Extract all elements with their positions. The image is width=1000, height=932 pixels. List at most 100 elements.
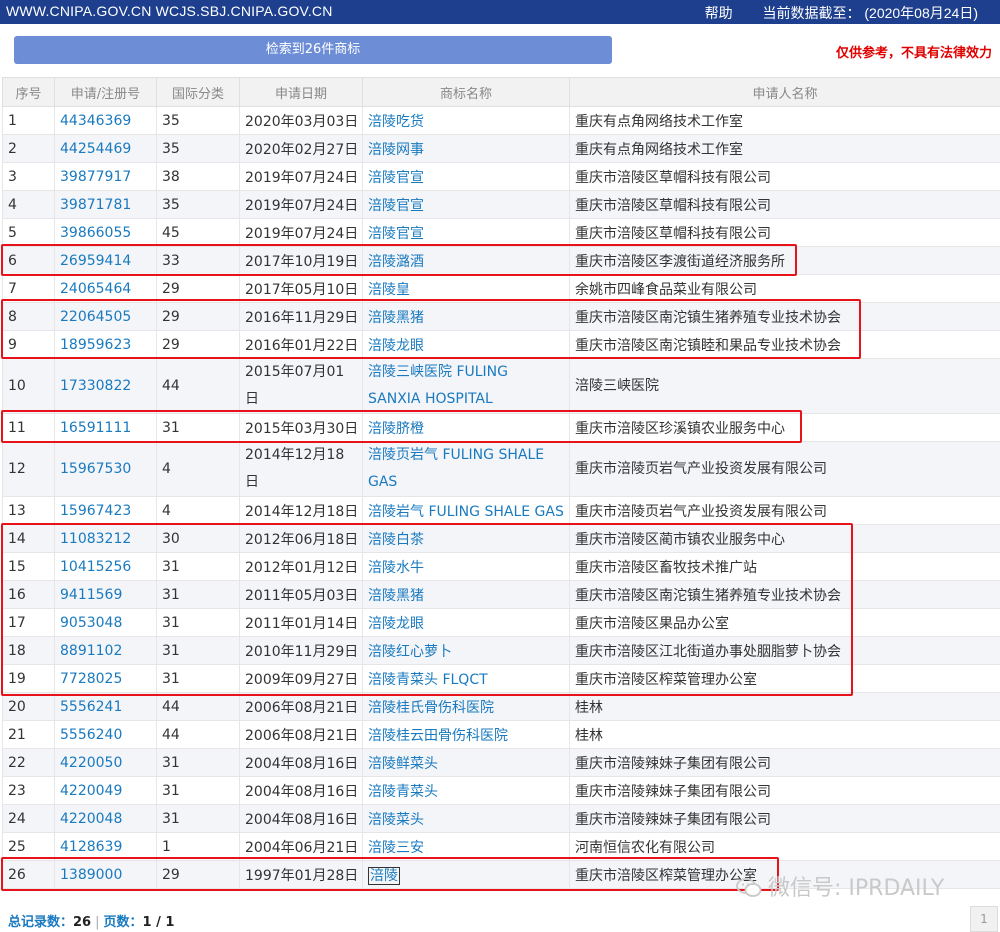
- mark-name-link[interactable]: 涪陵官宣: [368, 198, 424, 214]
- mark-name-link[interactable]: 涪陵水牛: [368, 560, 424, 576]
- mark-name-link[interactable]: 涪陵: [368, 866, 400, 885]
- cell-index: 12: [2, 441, 55, 497]
- cell-class: 31: [156, 608, 240, 637]
- reg-no-link[interactable]: 26959414: [60, 253, 131, 269]
- mark-name-link[interactable]: 涪陵青菜头 FLQCT: [368, 672, 488, 688]
- cell-applicant: 重庆市涪陵区蔺市镇农业服务中心: [569, 524, 1000, 553]
- cell-date: 2011年05月03日: [239, 580, 363, 609]
- mark-name-link[interactable]: 涪陵龙眼: [368, 616, 424, 632]
- mark-name-link[interactable]: 涪陵红心萝卜: [368, 644, 452, 660]
- mark-name-link[interactable]: 涪陵岩气 FULING SHALE GAS: [368, 504, 564, 520]
- reg-no-link[interactable]: 4220050: [60, 755, 122, 771]
- reg-no-link[interactable]: 4128639: [60, 839, 122, 855]
- mark-name-link[interactable]: 涪陵页岩气 FULING SHALE GAS: [368, 447, 544, 490]
- reg-no-link[interactable]: 10415256: [60, 559, 131, 575]
- cell-reg-no: 16591111: [54, 413, 157, 442]
- search-result-button[interactable]: 检索到26件商标: [14, 36, 612, 64]
- mark-name-link[interactable]: 涪陵龙眼: [368, 338, 424, 354]
- mark-name-link[interactable]: 涪陵官宣: [368, 170, 424, 186]
- cell-reg-no: 4220049: [54, 776, 157, 805]
- help-link[interactable]: 帮助: [705, 5, 733, 21]
- reg-no-link[interactable]: 15967423: [60, 503, 131, 519]
- table-row: 9 18959623 29 2016年01月22日 涪陵龙眼 重庆市涪陵区南沱镇睦和果品专…: [2, 330, 1000, 359]
- mark-name-link[interactable]: 涪陵桂云田骨伤科医院: [368, 728, 508, 744]
- mark-name-link[interactable]: 涪陵网事: [368, 142, 424, 158]
- cell-reg-no: 15967423: [54, 496, 157, 525]
- cell-applicant: 重庆市涪陵区畜牧技术推广站: [569, 552, 1000, 581]
- reg-no-link[interactable]: 39866055: [60, 225, 131, 241]
- mark-name-link[interactable]: 涪陵桂氏骨伤科医院: [368, 700, 494, 716]
- cell-applicant: 重庆市涪陵区榨菜管理办公室: [569, 664, 1000, 693]
- cell-mark-name: 涪陵桂云田骨伤科医院: [362, 720, 570, 749]
- trademark-results-table: 序号 申请/注册号 国际分类 申请日期 商标名称 申请人名称 1 44346369…: [2, 77, 1000, 889]
- reg-no-link[interactable]: 22064505: [60, 309, 131, 325]
- reg-no-link[interactable]: 17330822: [60, 378, 131, 394]
- reg-no-link[interactable]: 15967530: [60, 461, 131, 477]
- reg-no-link[interactable]: 5556241: [60, 699, 122, 715]
- reg-no-link[interactable]: 44346369: [60, 113, 131, 129]
- cell-date: 2014年12月18日: [239, 441, 363, 497]
- mark-name-link[interactable]: 涪陵黑猪: [368, 310, 424, 326]
- cell-applicant: 重庆市涪陵辣妹子集团有限公司: [569, 804, 1000, 833]
- reg-no-link[interactable]: 39877917: [60, 169, 131, 185]
- cell-reg-no: 15967530: [54, 441, 157, 497]
- reg-no-link[interactable]: 44254469: [60, 141, 131, 157]
- reg-no-link[interactable]: 16591111: [60, 420, 131, 436]
- mark-name-link[interactable]: 涪陵官宣: [368, 226, 424, 242]
- cell-date: 2017年10月19日: [239, 246, 363, 275]
- reg-no-link[interactable]: 9053048: [60, 615, 122, 631]
- reg-no-link[interactable]: 8891102: [60, 643, 122, 659]
- reg-no-link[interactable]: 4220049: [60, 783, 122, 799]
- cell-mark-name: 涪陵白茶: [362, 524, 570, 553]
- reg-no-link[interactable]: 39871781: [60, 197, 131, 213]
- cell-date: 2019年07月24日: [239, 218, 363, 247]
- site-urls[interactable]: WWW.CNIPA.GOV.CN WCJS.SBJ.CNIPA.GOV.CN: [6, 3, 333, 19]
- cell-index: 14: [2, 524, 55, 553]
- table-row: 10 17330822 44 2015年07月01日 涪陵三峡医院 FULING SAN…: [2, 358, 1000, 414]
- mark-name-link[interactable]: 涪陵潞酒: [368, 254, 424, 270]
- page-button[interactable]: 1: [970, 906, 998, 932]
- cell-mark-name: 涪陵官宣: [362, 162, 570, 191]
- cell-index: 23: [2, 776, 55, 805]
- mark-name-link[interactable]: 涪陵皇: [368, 282, 410, 298]
- mark-name-link[interactable]: 涪陵吃货: [368, 114, 424, 130]
- col-header-applicant: 申请人名称: [569, 77, 1000, 107]
- cell-applicant: 桂林: [569, 692, 1000, 721]
- mark-name-link[interactable]: 涪陵三安: [368, 840, 424, 856]
- cell-date: 2016年11月29日: [239, 302, 363, 331]
- data-date-label: 当前数据截至：: [762, 5, 861, 21]
- table-row: 15 10415256 31 2012年01月12日 涪陵水牛 重庆市涪陵区畜牧技术推广站: [2, 552, 1000, 581]
- table-row: 1 44346369 35 2020年03月03日 涪陵吃货 重庆有点角网络技术工作室: [2, 106, 1000, 135]
- cell-date: 2020年02月27日: [239, 134, 363, 163]
- reg-no-link[interactable]: 4220048: [60, 811, 122, 827]
- reg-no-link[interactable]: 1389000: [60, 867, 122, 883]
- mark-name-link[interactable]: 涪陵青菜头: [368, 784, 438, 800]
- cell-mark-name: 涪陵皇: [362, 274, 570, 303]
- reg-no-link[interactable]: 11083212: [60, 531, 131, 547]
- cell-reg-no: 9053048: [54, 608, 157, 637]
- mark-name-link[interactable]: 涪陵黑猪: [368, 588, 424, 604]
- cell-mark-name: 涪陵水牛: [362, 552, 570, 581]
- reg-no-link[interactable]: 24065464: [60, 281, 131, 297]
- cell-mark-name: 涪陵龙眼: [362, 330, 570, 359]
- mark-name-link[interactable]: 涪陵三峡医院 FULING SANXIA HOSPITAL: [368, 364, 508, 407]
- reg-no-link[interactable]: 18959623: [60, 337, 131, 353]
- mark-name-link[interactable]: 涪陵白茶: [368, 532, 424, 548]
- cell-applicant: 河南恒信农化有限公司: [569, 832, 1000, 861]
- cell-applicant: 余姚市四峰食品菜业有限公司: [569, 274, 1000, 303]
- col-header-mark-name: 商标名称: [362, 77, 570, 107]
- cell-reg-no: 5556240: [54, 720, 157, 749]
- reg-no-link[interactable]: 9411569: [60, 587, 122, 603]
- mark-name-link[interactable]: 涪陵鲜菜头: [368, 756, 438, 772]
- cell-reg-no: 10415256: [54, 552, 157, 581]
- cell-class: 31: [156, 413, 240, 442]
- mark-name-link[interactable]: 涪陵菜头: [368, 812, 424, 828]
- table-row: 22 4220050 31 2004年08月16日 涪陵鲜菜头 重庆市涪陵辣妹子集团有限公…: [2, 748, 1000, 777]
- table-row: 18 8891102 31 2010年11月29日 涪陵红心萝卜 重庆市涪陵区江北街道办事…: [2, 636, 1000, 665]
- cell-reg-no: 44254469: [54, 134, 157, 163]
- cell-reg-no: 17330822: [54, 358, 157, 414]
- mark-name-link[interactable]: 涪陵脐橙: [368, 421, 424, 437]
- table-row: 7 24065464 29 2017年05月10日 涪陵皇 余姚市四峰食品菜业有限公司: [2, 274, 1000, 303]
- reg-no-link[interactable]: 5556240: [60, 727, 122, 743]
- reg-no-link[interactable]: 7728025: [60, 671, 122, 687]
